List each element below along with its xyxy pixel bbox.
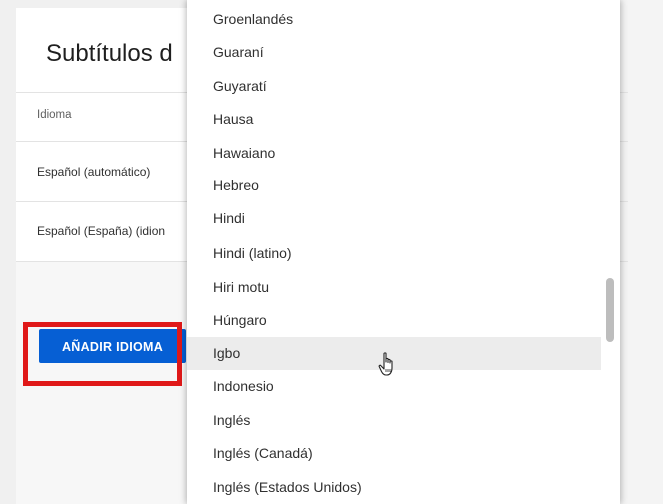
- dropdown-item[interactable]: Guyaratí: [187, 70, 601, 103]
- dropdown-item[interactable]: Inglés (Canadá): [187, 437, 601, 470]
- dropdown-item[interactable]: Hindi (latino): [187, 237, 601, 270]
- dropdown-item[interactable]: Inglés (Estados Unidos): [187, 471, 601, 504]
- dropdown-item[interactable]: Hindi: [187, 202, 601, 235]
- language-dropdown[interactable]: Groenlandés Guaraní Guyaratí Hausa Hawai…: [187, 0, 620, 504]
- page-background-right: [620, 0, 663, 504]
- dropdown-item[interactable]: Hawaiano: [187, 137, 601, 170]
- language-row[interactable]: Español (España) (idion: [37, 224, 165, 238]
- dropdown-item[interactable]: Inglés: [187, 404, 601, 437]
- dropdown-item[interactable]: Húngaro: [187, 304, 601, 337]
- dropdown-item[interactable]: Groenlandés: [187, 3, 601, 36]
- language-column-header: Idioma: [37, 109, 72, 121]
- add-language-button[interactable]: AÑADIR IDIOMA: [39, 329, 186, 363]
- dropdown-scrollbar[interactable]: [606, 278, 614, 342]
- language-row[interactable]: Español (automático): [37, 165, 150, 179]
- page-title: Subtítulos d: [46, 40, 173, 67]
- dropdown-item[interactable]: Hausa: [187, 103, 601, 136]
- dropdown-item[interactable]: Guaraní: [187, 36, 601, 69]
- hand-pointer-icon: [378, 352, 393, 376]
- dropdown-item[interactable]: Hiri motu: [187, 271, 601, 304]
- dropdown-item[interactable]: Hebreo: [187, 169, 601, 202]
